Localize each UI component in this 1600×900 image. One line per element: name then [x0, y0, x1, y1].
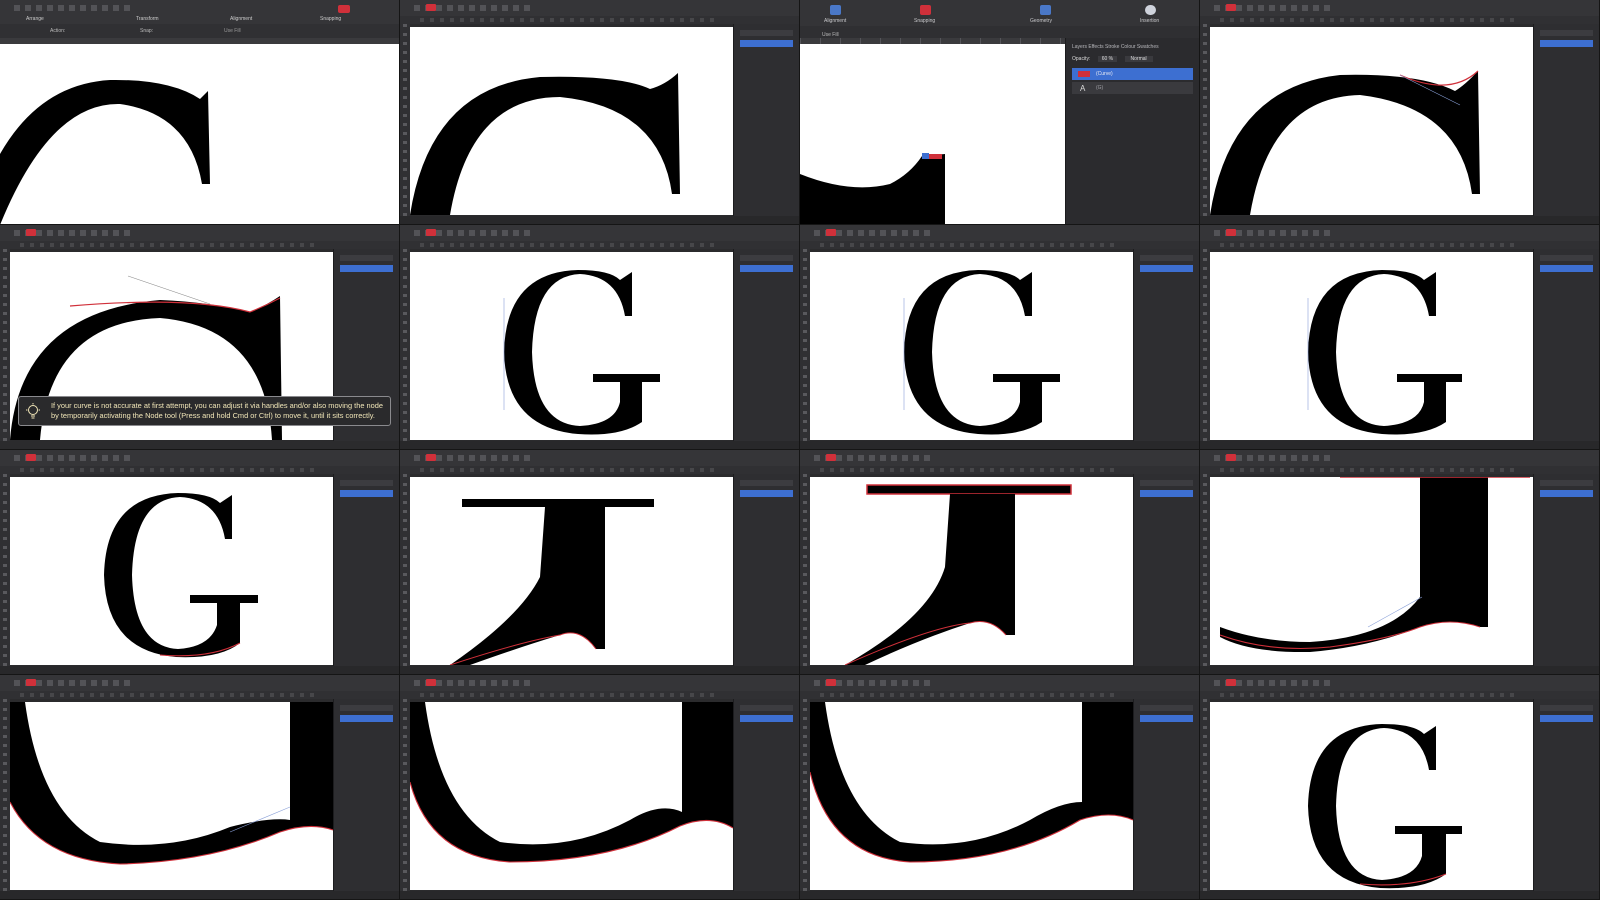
layers-panel: Layers Effects Stroke Colour Swatches Op…: [1065, 38, 1199, 224]
toolbar-label-alignment[interactable]: Alignment: [230, 16, 252, 22]
glyph-g-top: [0, 79, 210, 224]
frame-16: [1200, 675, 1600, 900]
canvas[interactable]: [410, 252, 733, 440]
frame-6: [400, 225, 800, 450]
blend-mode-select[interactable]: Normal: [1124, 56, 1153, 62]
bezier-handle[interactable]: [127, 275, 211, 305]
glyph-g-bowl: [810, 702, 1133, 863]
layer-name: (Curve): [1096, 71, 1113, 77]
geometry-icon[interactable]: [1040, 5, 1051, 15]
opacity-label: Opacity:: [1072, 56, 1091, 62]
canvas[interactable]: [1210, 477, 1533, 665]
frame-12: [1200, 450, 1600, 675]
opacity-value[interactable]: 60 %: [1097, 56, 1118, 62]
glyph-g-spur: [844, 484, 1072, 665]
frame-11: [800, 450, 1200, 675]
context-toolbar: Action: Snap: Use Fill: [0, 24, 399, 38]
toolbar-label-snapping[interactable]: Snapping: [914, 18, 935, 24]
layers-tabs[interactable]: Layers Effects Stroke Colour Swatches: [1072, 44, 1159, 50]
frame-3: Alignment Snapping Geometry Insertion Us…: [800, 0, 1200, 225]
glyph-g-terminal: [800, 153, 945, 224]
frame-2: [400, 0, 800, 225]
glyph-g-spur: [449, 499, 654, 665]
selected-layer[interactable]: [740, 40, 793, 47]
glyph-g-top-arc: [410, 73, 680, 215]
snap-label: Snap:: [140, 28, 154, 34]
tool-icon[interactable]: [426, 4, 436, 11]
curve-icon: [1078, 71, 1090, 77]
glyph-g: [903, 270, 1060, 435]
canvas[interactable]: [800, 44, 1065, 224]
side-panel: [733, 24, 799, 216]
frame-13: [0, 675, 400, 900]
toolbar-label-alignment[interactable]: Alignment: [824, 18, 846, 24]
canvas[interactable]: [810, 252, 1133, 440]
glyph-g: [104, 493, 258, 658]
tools-panel[interactable]: [400, 24, 410, 216]
canvas[interactable]: [1210, 27, 1533, 215]
main-toolbar: Alignment Snapping Geometry Insertion: [800, 0, 1199, 26]
canvas[interactable]: [410, 477, 733, 665]
canvas[interactable]: [10, 477, 333, 665]
frame-8: [1200, 225, 1600, 450]
frame-10: [400, 450, 800, 675]
canvas[interactable]: [1210, 252, 1533, 440]
snapping-icon[interactable]: [338, 5, 350, 13]
glyph-g: [1307, 270, 1462, 435]
toolbar-label-geometry[interactable]: Geometry: [1030, 18, 1052, 24]
frame-15: [800, 675, 1200, 900]
glyph-g-bowl: [10, 702, 333, 865]
canvas[interactable]: [810, 477, 1133, 665]
text-layer-icon: A: [1080, 84, 1086, 93]
toolbar-label-insertion[interactable]: Insertion: [1140, 18, 1159, 24]
snapping-icon[interactable]: [920, 5, 931, 15]
tutorial-frame-grid: Arrange Transform Alignment Snapping Act…: [0, 0, 1600, 900]
tip-box: If your curve is not accurate at first a…: [18, 396, 391, 426]
glyph-g-top-arc: [1210, 70, 1480, 215]
frame-14: [400, 675, 800, 900]
canvas[interactable]: [1210, 702, 1533, 890]
layer-name: (G): [1096, 85, 1104, 91]
layer-row-curve[interactable]: (Curve): [1072, 68, 1193, 80]
canvas[interactable]: [0, 44, 399, 224]
canvas[interactable]: [410, 702, 733, 890]
frame-7: [800, 225, 1200, 450]
frame-1: Arrange Transform Alignment Snapping Act…: [0, 0, 400, 225]
insertion-icon[interactable]: [1145, 5, 1156, 15]
node-handle[interactable]: [922, 153, 929, 159]
main-toolbar: Arrange Transform Alignment Snapping: [0, 0, 399, 25]
alignment-icon[interactable]: [830, 5, 841, 15]
tip-text: If your curve is not accurate at first a…: [51, 401, 383, 420]
canvas[interactable]: [10, 702, 333, 890]
main-toolbar: [400, 0, 799, 17]
frame-9: [0, 450, 400, 675]
status-bar: [400, 216, 799, 224]
canvas[interactable]: [810, 702, 1133, 890]
toolbar-label-transform[interactable]: Transform: [136, 16, 159, 22]
canvas[interactable]: [410, 27, 733, 215]
glyph-g-bowl: [410, 702, 733, 863]
frame-4: [1200, 0, 1600, 225]
lightbulb-icon: [26, 403, 40, 419]
toolbar-label-snapping[interactable]: Snapping: [320, 16, 341, 22]
layer-row-text[interactable]: A (G): [1072, 82, 1193, 94]
use-fill-label[interactable]: Use Fill: [224, 28, 241, 34]
selected-bar[interactable]: [866, 484, 1072, 495]
glyph-g-final: [1308, 724, 1462, 889]
glyph-g: [503, 270, 660, 435]
action-label: Action:: [50, 28, 66, 34]
toolbar-label-arrange[interactable]: Arrange: [26, 16, 44, 22]
glyph-g-bowl: [1219, 477, 1530, 653]
frame-5: If your curve is not accurate at first a…: [0, 225, 400, 450]
